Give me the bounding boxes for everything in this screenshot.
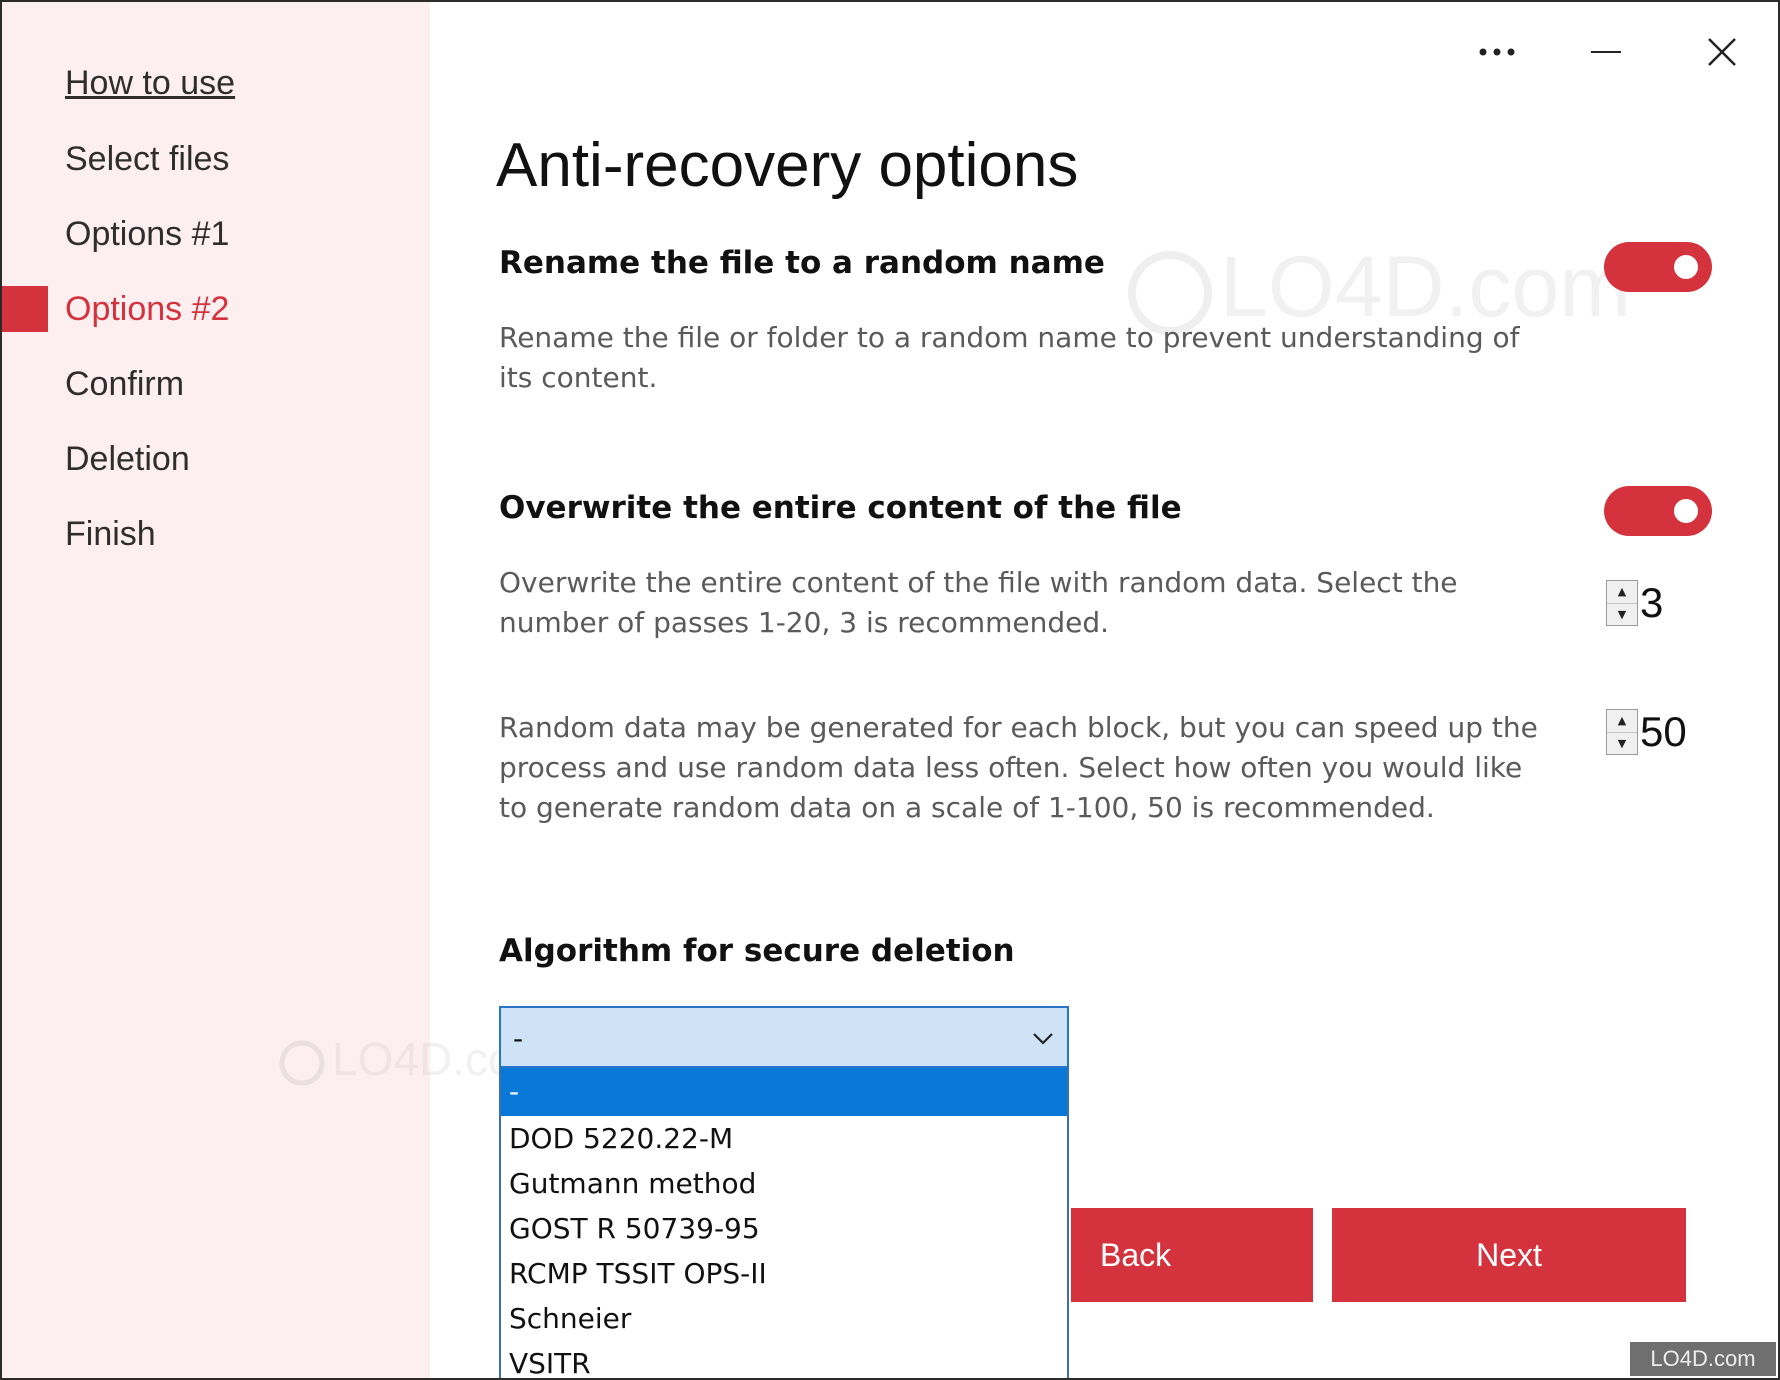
sidebar-item-deletion[interactable]: Deletion [65, 440, 190, 479]
spin-down-icon[interactable]: ▼ [1607, 731, 1637, 755]
overwrite-description: Overwrite the entire content of the file… [499, 566, 1458, 639]
dropdown-option[interactable]: Gutmann method [501, 1161, 1067, 1206]
sidebar-item-confirm[interactable]: Confirm [65, 365, 184, 404]
passes-stepper[interactable]: ▲ ▼ 3 [1606, 579, 1663, 627]
passes-value[interactable]: 3 [1640, 579, 1663, 627]
frequency-stepper[interactable]: ▲ ▼ 50 [1606, 708, 1687, 756]
algorithm-select[interactable]: - [499, 1006, 1069, 1068]
dropdown-option[interactable]: Schneier [501, 1296, 1067, 1341]
overwrite-toggle[interactable] [1604, 486, 1712, 536]
frequency-value[interactable]: 50 [1640, 708, 1687, 756]
dropdown-option[interactable]: VSITR [501, 1341, 1067, 1378]
random-data-description: Random data may be generated for each bl… [499, 711, 1538, 824]
more-options-button[interactable] [1465, 24, 1529, 80]
spin-up-icon[interactable]: ▲ [1607, 710, 1637, 732]
minimize-icon [1591, 51, 1621, 53]
dropdown-option[interactable]: RCMP TSSIT OPS-II [501, 1251, 1067, 1296]
sidebar-item-options-1[interactable]: Options #1 [65, 215, 229, 254]
close-button[interactable] [1690, 24, 1754, 80]
sidebar-item-how-to-use[interactable]: How to use [65, 64, 235, 103]
rename-description: Rename the file or folder to a random na… [499, 321, 1520, 394]
algorithm-section-title: Algorithm for secure deletion [499, 933, 1015, 969]
ellipsis-icon [1479, 48, 1515, 56]
rename-section-title: Rename the file to a random name [499, 245, 1105, 281]
dropdown-option[interactable]: - [501, 1068, 1067, 1116]
algorithm-dropdown-list[interactable]: - DOD 5220.22-M Gutmann method GOST R 50… [499, 1068, 1069, 1378]
minimize-button[interactable] [1574, 24, 1638, 80]
active-step-marker [2, 286, 48, 332]
sidebar-item-options-2[interactable]: Options #2 [65, 290, 229, 329]
next-button[interactable]: Next [1332, 1208, 1686, 1302]
toggle-knob [1674, 499, 1698, 523]
toggle-knob [1674, 255, 1698, 279]
passes-spin-buttons[interactable]: ▲ ▼ [1606, 580, 1638, 626]
dropdown-option[interactable]: GOST R 50739-95 [501, 1206, 1067, 1251]
overwrite-section-title: Overwrite the entire content of the file [499, 490, 1182, 526]
dropdown-option[interactable]: DOD 5220.22-M [501, 1116, 1067, 1161]
close-icon [1708, 38, 1736, 66]
page-title: Anti-recovery options [496, 131, 1079, 200]
algorithm-selected-value: - [513, 1022, 524, 1055]
spin-down-icon[interactable]: ▼ [1607, 602, 1637, 626]
sidebar: How to use Select files Options #1 Optio… [2, 2, 430, 1378]
sidebar-item-select-files[interactable]: Select files [65, 140, 229, 179]
frequency-spin-buttons[interactable]: ▲ ▼ [1606, 709, 1638, 755]
watermark-badge: LO4D.com [1630, 1342, 1776, 1376]
app-window: How to use Select files Options #1 Optio… [0, 0, 1780, 1380]
back-button[interactable]: Back [1071, 1208, 1313, 1302]
spin-up-icon[interactable]: ▲ [1607, 581, 1637, 603]
sidebar-item-finish[interactable]: Finish [65, 515, 156, 554]
chevron-down-icon [1033, 1033, 1053, 1045]
rename-toggle[interactable] [1604, 242, 1712, 292]
